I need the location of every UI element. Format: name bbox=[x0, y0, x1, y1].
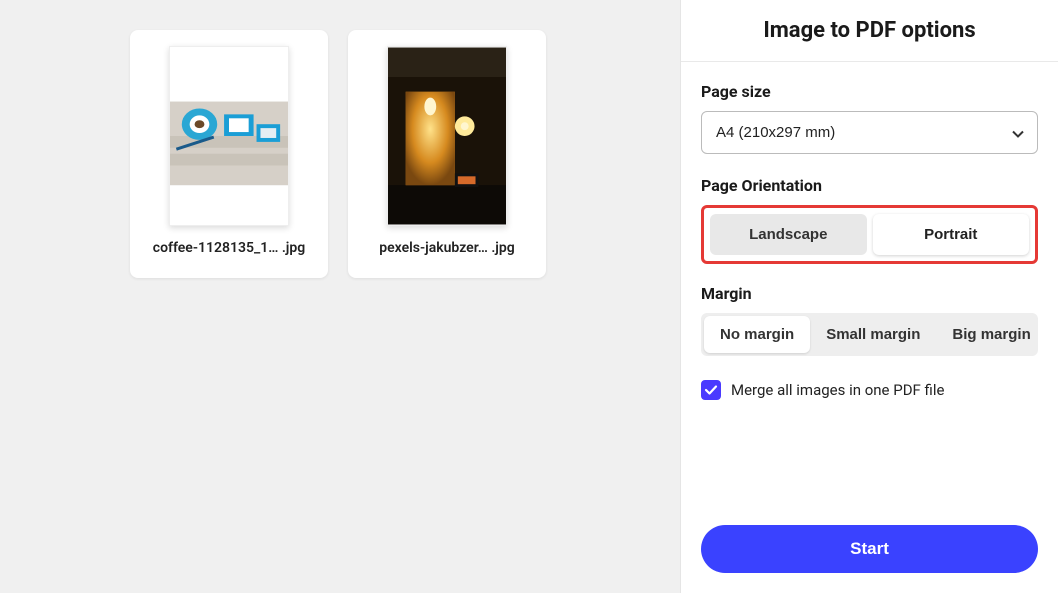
options-sidebar: Image to PDF options Page size A4 (210x2… bbox=[680, 0, 1058, 593]
page-size-select-wrap: A4 (210x297 mm) bbox=[701, 111, 1038, 154]
file-thumbnail bbox=[387, 46, 507, 226]
merge-checkbox-label: Merge all images in one PDF file bbox=[731, 381, 944, 399]
orientation-group: Landscape Portrait bbox=[701, 205, 1038, 264]
margin-group: No margin Small margin Big margin bbox=[701, 313, 1038, 356]
orientation-landscape-button[interactable]: Landscape bbox=[710, 214, 867, 255]
page-size-label: Page size bbox=[701, 82, 1038, 101]
orientation-label: Page Orientation bbox=[701, 176, 1038, 195]
sidebar-header: Image to PDF options bbox=[681, 0, 1058, 62]
merge-checkbox[interactable] bbox=[701, 380, 721, 400]
file-name: coffee-1128135_1… .jpg bbox=[153, 240, 305, 256]
file-card[interactable]: coffee-1128135_1… .jpg bbox=[130, 30, 328, 278]
margin-none-button[interactable]: No margin bbox=[704, 316, 810, 353]
thumbnail-image-icon bbox=[170, 47, 288, 225]
margin-small-button[interactable]: Small margin bbox=[810, 316, 936, 353]
file-card[interactable]: pexels-jakubzer… .jpg bbox=[348, 30, 546, 278]
orientation-portrait-button[interactable]: Portrait bbox=[873, 214, 1030, 255]
margin-label: Margin bbox=[701, 284, 1038, 303]
file-name: pexels-jakubzer… .jpg bbox=[379, 240, 514, 256]
thumbnail-image-icon bbox=[388, 47, 506, 225]
page-size-select[interactable]: A4 (210x297 mm) bbox=[701, 111, 1038, 154]
main-area: coffee-1128135_1… .jpg bbox=[0, 0, 680, 593]
start-button[interactable]: Start bbox=[701, 525, 1038, 573]
check-icon bbox=[704, 383, 718, 397]
sidebar-body: Page size A4 (210x297 mm) Page Orientati… bbox=[681, 62, 1058, 509]
file-thumbnail bbox=[169, 46, 289, 226]
sidebar-footer: Start bbox=[681, 509, 1058, 593]
sidebar-title: Image to PDF options bbox=[701, 18, 1038, 43]
margin-big-button[interactable]: Big margin bbox=[936, 316, 1046, 353]
merge-checkbox-row: Merge all images in one PDF file bbox=[701, 380, 1038, 400]
